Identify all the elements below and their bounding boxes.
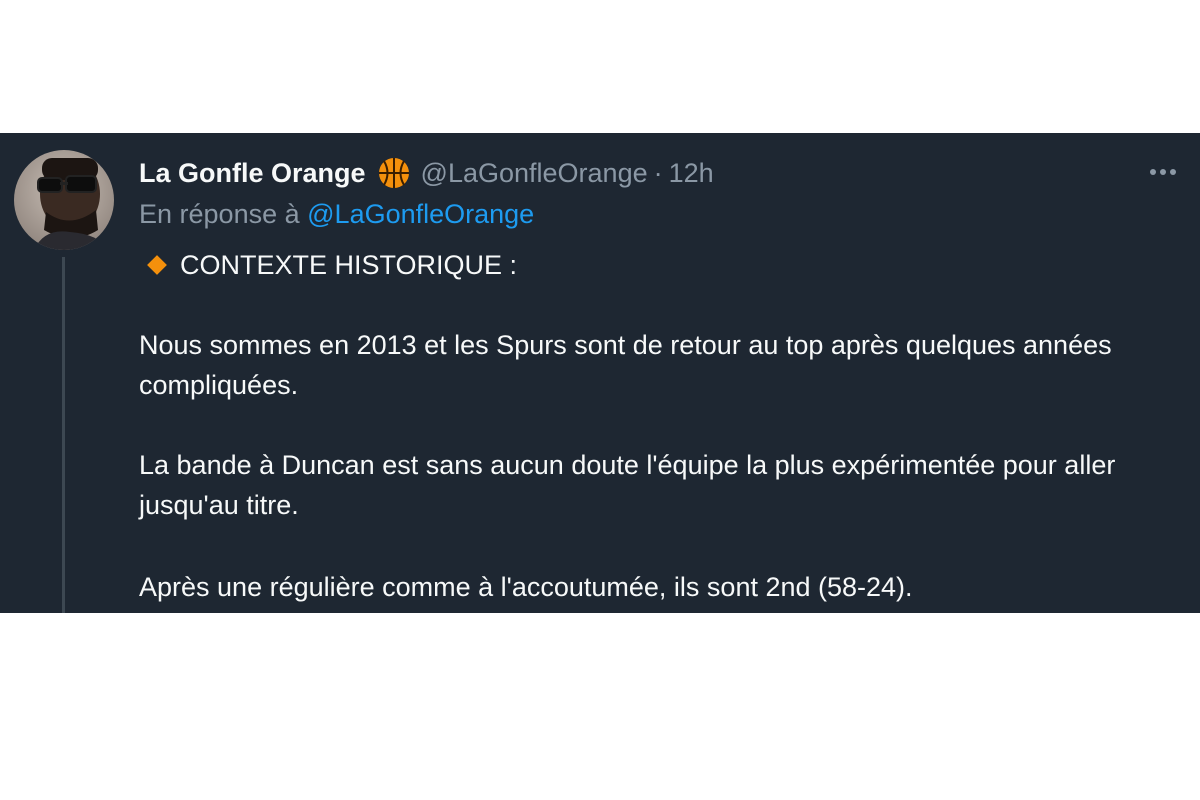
reply-prefix: En réponse à <box>139 199 300 229</box>
reply-context: En réponse à @LaGonfleOrange <box>139 199 534 230</box>
thread-connector-line <box>62 257 65 613</box>
tweet-paragraph: Nous sommes en 2013 et les Spurs sont de… <box>139 330 1112 400</box>
author-display-name[interactable]: La Gonfle Orange <box>139 158 366 189</box>
reply-mention-link[interactable]: @LaGonfleOrange <box>307 199 534 229</box>
tweet-card[interactable]: La Gonfle Orange @LaGonfleOrange · 12h E… <box>0 133 1200 613</box>
tweet-header: La Gonfle Orange @LaGonfleOrange · 12h <box>139 153 714 193</box>
author-handle[interactable]: @LaGonfleOrange <box>421 158 648 189</box>
tweet-paragraph: La bande à Duncan est sans aucun doute l… <box>139 450 1116 520</box>
heading-text: CONTEXTE HISTORIQUE : <box>180 250 518 280</box>
tweet-paragraph: Après une régulière comme à l'accoutumée… <box>139 572 913 602</box>
more-options-icon[interactable] <box>1146 159 1180 185</box>
orange-diamond-icon <box>147 255 167 275</box>
tweet-body: CONTEXTE HISTORIQUE : Nous sommes en 201… <box>139 245 1179 607</box>
avatar[interactable] <box>14 150 114 250</box>
tweet-timestamp[interactable]: 12h <box>669 158 714 189</box>
basketball-icon <box>377 156 411 190</box>
tweet-heading: CONTEXTE HISTORIQUE : <box>139 245 1179 285</box>
avatar-photo <box>14 150 114 250</box>
separator-dot: · <box>653 157 663 188</box>
